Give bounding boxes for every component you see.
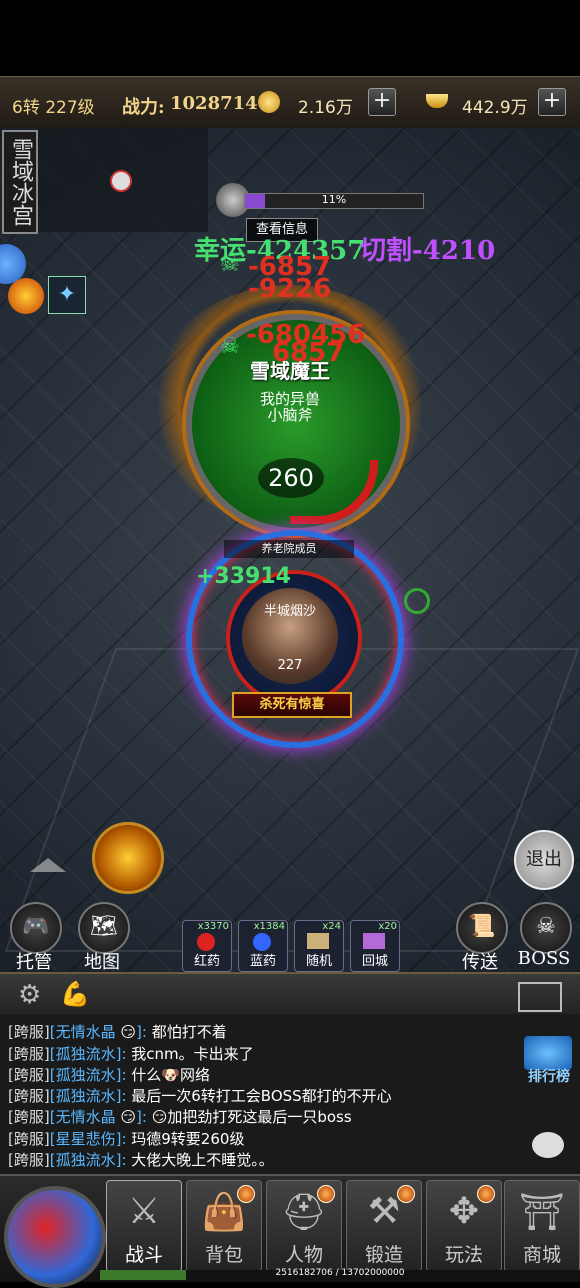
red-potion-label: 红药 (193, 954, 220, 969)
damage-2: -9226 (248, 274, 332, 304)
ranking-label[interactable]: 排行榜 (520, 1066, 578, 1086)
gamepad-icon: 🎮 (22, 914, 50, 939)
ingot-icon (258, 91, 280, 113)
anvil-icon: ⚒ (367, 1191, 401, 1232)
exp-text: 2516182706 / 13702000000 (275, 1268, 405, 1278)
chat-line: [跨服][孤独流水]: 最后一次6转打工会BOSS都打的不开心 (8, 1087, 392, 1105)
auto-battle-button[interactable]: 🎮 (10, 902, 62, 954)
scroll-icon (307, 933, 329, 949)
nav-bag[interactable]: 👜 背包 (186, 1180, 262, 1272)
add-currency1-button[interactable]: + (368, 88, 396, 116)
boss-number: 260 (258, 458, 324, 498)
nav-character[interactable]: ⛑ 人物 (266, 1180, 342, 1272)
exp-bar: 2516182706 / 13702000000 (100, 1268, 580, 1280)
helmet-icon: ⛑ (281, 1192, 327, 1233)
bag-icon: 👜 (201, 1192, 247, 1233)
heal-number: +33914 (196, 564, 291, 589)
fire-buff-icon (8, 278, 44, 314)
status-bar (0, 0, 580, 76)
chat-line: [跨服][无情水晶 😏]: 😏加把劲打死这最后一只boss (8, 1108, 352, 1126)
cut-damage: 切割-4210 (360, 236, 496, 266)
yin-yang-orb[interactable] (4, 1186, 106, 1288)
add-currency2-button[interactable]: + (538, 88, 566, 116)
boss-hp-percent: 11% (321, 193, 347, 206)
pet-name: 小脑斧 (267, 406, 313, 424)
chat-line: [跨服][孤独流水]: 什么🐶网络 (8, 1066, 210, 1084)
damage-4: 6857 (272, 338, 345, 368)
map-icon: 🗺 (90, 914, 118, 939)
mail-icon[interactable] (518, 982, 562, 1012)
settings-gear-icon[interactable]: ⚙ (18, 980, 41, 1010)
gold-ingot-icon (426, 94, 448, 108)
red-potion-icon (197, 933, 215, 951)
boss-label: BOSS (517, 948, 571, 969)
map-label: 地图 (84, 952, 120, 973)
map-name: 雪域冰宫 (2, 130, 38, 234)
teleport-button[interactable]: 📜 (456, 902, 508, 954)
skill-buff-icon: ✦ (48, 276, 86, 314)
demon-skull-icon: ☠ (536, 914, 556, 939)
player-banner: 杀死有惊喜 (232, 692, 352, 718)
currency2-value: 442.9万 (462, 98, 528, 118)
power-label: 战力: (122, 97, 165, 118)
nav-battle[interactable]: ⚔ 战斗 (106, 1180, 182, 1272)
skull-icon: ☠ (220, 252, 240, 277)
map-button[interactable]: 🗺 (78, 902, 130, 954)
wings-icon: ✥ (448, 1191, 480, 1232)
teleport-label: 传送 (462, 952, 498, 973)
boss-button[interactable]: ☠ (520, 902, 572, 954)
random-scroll-slot[interactable]: x24 随机 (294, 920, 344, 972)
boss-hp-bar: 11% (244, 193, 424, 209)
nav-forge[interactable]: ⚒ 锻造 (346, 1180, 422, 1272)
player-marker-icon (110, 170, 132, 192)
attack-skill-button[interactable] (92, 822, 164, 894)
auto-battle-label: 托管 (16, 952, 52, 973)
blue-potion-count: x1384 (253, 921, 285, 932)
skull-icon-2: ☠ (220, 334, 240, 359)
return-scroll-slot[interactable]: x20 回城 (350, 920, 400, 972)
expand-arrow-icon[interactable] (30, 858, 66, 872)
ranking-icon[interactable] (524, 1036, 572, 1070)
return-scroll-icon (363, 933, 385, 949)
return-scroll-count: x20 (378, 921, 397, 932)
player-level: 227 (277, 658, 303, 673)
red-potion-count: x3370 (197, 921, 229, 932)
muscle-icon[interactable]: 💪 (60, 980, 90, 1008)
level-text: 6转 227级 (12, 98, 95, 118)
chat-line: [跨服][无情水晶 😏]: 都怕打不着 (8, 1023, 227, 1041)
resource-bar: 6转 227级 战力: 1028714 2.16万 + 442.9万 + (0, 76, 580, 130)
player-title-tag: 养老院成员 (224, 540, 354, 558)
crossed-swords-icon: ⚔ (127, 1191, 161, 1232)
random-scroll-count: x24 (322, 921, 341, 932)
chat-line: [跨服][星星悲伤]: 玛德9转要260级 (8, 1130, 245, 1148)
blue-potion-slot[interactable]: x1384 蓝药 (238, 920, 288, 972)
power-value: 1028714 (170, 93, 258, 114)
nav-shop[interactable]: ⛩ 商城 (504, 1180, 580, 1272)
target-ring-icon (404, 588, 430, 614)
minimap[interactable] (38, 128, 208, 232)
nav-gameplay[interactable]: ✥ 玩法 (426, 1180, 502, 1272)
chat-line: [跨服][孤独流水]: 我cnm。卡出来了 (8, 1045, 254, 1063)
return-scroll-label: 回城 (361, 954, 388, 969)
chat-line: [跨服][孤独流水]: 大佬大晚上不睡觉。。 (8, 1151, 274, 1169)
chat-bubble-icon[interactable] (532, 1132, 564, 1158)
random-scroll-label: 随机 (305, 954, 332, 969)
blue-potion-icon (253, 933, 271, 951)
chat-header: ⚙ 💪 (0, 972, 580, 1016)
shop-gate-icon: ⛩ (519, 1192, 565, 1233)
scroll-teleport-icon: 📜 (468, 914, 496, 939)
player-name: 半城烟沙 (263, 604, 316, 619)
exit-button[interactable]: 退出 (514, 830, 574, 890)
currency1-value: 2.16万 (298, 98, 353, 118)
red-potion-slot[interactable]: x3370 红药 (182, 920, 232, 972)
blue-potion-label: 蓝药 (249, 954, 276, 969)
